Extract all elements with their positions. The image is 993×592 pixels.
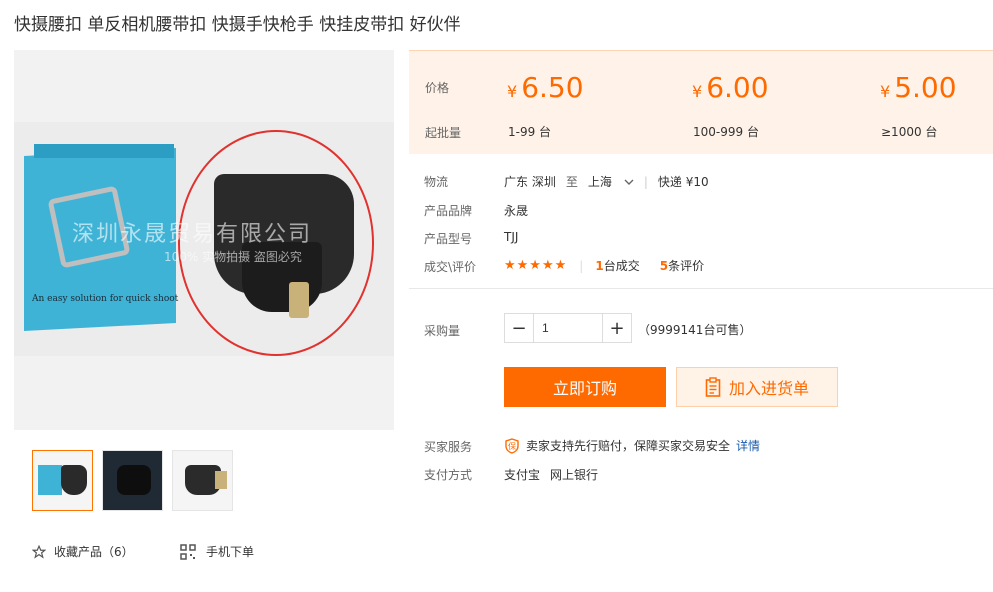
deals-text: 台成交	[603, 259, 640, 273]
watermark-company: 深圳永晟贸易有限公司	[72, 222, 313, 247]
moq-tier-1: 1-99 台	[508, 125, 552, 139]
express-fee: 快递 ¥10	[657, 175, 709, 189]
main-product-image[interactable]: An easy solution for quick shoot 深圳永晟贸易有…	[14, 50, 394, 430]
chevron-down-icon	[624, 179, 634, 185]
thumbnail-2[interactable]	[102, 450, 163, 511]
divider: |	[579, 258, 584, 273]
model-label: 产品型号	[424, 232, 473, 246]
price-label: 价格	[425, 81, 450, 95]
model-value: TJJ	[504, 230, 519, 244]
mobile-order-button[interactable]: 手机下单	[180, 543, 254, 560]
deals-label: 成交\评价	[424, 260, 477, 274]
price-tier-2: ¥6.00	[692, 71, 769, 104]
thumbnail-strip	[32, 450, 233, 511]
currency-symbol: ¥	[692, 82, 703, 101]
price-tier-3: ¥5.00	[880, 71, 957, 104]
quantity-stepper: − +	[504, 313, 632, 343]
reviews-count: 5	[659, 259, 669, 273]
star-outline-icon	[32, 544, 46, 559]
payment-bank: 网上银行	[550, 468, 599, 482]
moq-tier-2: 100-999 台	[693, 125, 759, 139]
divider: |	[643, 174, 648, 189]
shield-guarantee-icon: 保	[505, 437, 519, 454]
watermark-notice: 100% 实物拍摄 盗图必究	[164, 250, 302, 264]
payment-label: 支付方式	[424, 468, 473, 482]
thumb-screw	[215, 471, 227, 489]
add-to-cart-button[interactable]: 加入进货单	[676, 367, 838, 407]
mobile-order-label: 手机下单	[206, 545, 255, 559]
service-details-link[interactable]: 详情	[736, 437, 760, 454]
stock-available: （9999141台可售）	[638, 323, 752, 337]
add-to-cart-label: 加入进货单	[728, 379, 809, 398]
rating-stars: ★★★★★	[504, 258, 568, 273]
deals-row: ★★★★★ | 1台成交 5条评价	[504, 257, 704, 274]
to-word: 至	[565, 175, 578, 189]
decrement-button[interactable]: −	[505, 314, 533, 342]
thumbnail-3[interactable]	[172, 450, 233, 511]
service-text: 卖家支持先行赔付，保障买家交易安全	[526, 439, 731, 453]
svg-text:保: 保	[508, 441, 516, 451]
box-caption: An easy solution for quick shoot	[32, 294, 179, 304]
increment-button[interactable]: +	[603, 314, 631, 342]
payment-row: 支付宝 网上银行	[504, 466, 598, 483]
reviews-text: 条评价	[668, 259, 705, 273]
currency-symbol: ¥	[880, 82, 891, 101]
section-divider	[409, 288, 993, 289]
thumb-camera	[117, 465, 151, 495]
product-title: 快摄腰扣 单反相机腰带扣 快摄手快枪手 快挂皮带扣 好伙伴	[14, 15, 461, 35]
deals-count: 1	[595, 259, 604, 273]
clipboard-icon	[705, 377, 721, 397]
ship-from: 广东 深圳	[504, 175, 556, 189]
quantity-input[interactable]	[533, 314, 603, 342]
payment-alipay: 支付宝	[504, 468, 541, 482]
currency-symbol: ¥	[507, 82, 518, 101]
price-tier-1: ¥6.50	[507, 71, 584, 104]
thumbnail-1[interactable]	[32, 450, 93, 511]
qty-label: 采购量	[424, 324, 461, 338]
product-box-top	[34, 144, 174, 158]
price-value: 6.00	[706, 71, 769, 104]
service-label: 买家服务	[424, 440, 473, 454]
service-row: 保 卖家支持先行赔付，保障买家交易安全 详情	[504, 437, 760, 454]
logistics-label: 物流	[424, 175, 449, 189]
reviews-link[interactable]: 5条评价	[660, 257, 704, 274]
favorite-button[interactable]: 收藏产品（6）	[32, 543, 134, 560]
price-value: 5.00	[894, 71, 957, 104]
moq-label: 起批量	[425, 126, 462, 140]
qr-code-icon	[180, 543, 196, 560]
favorite-label: 收藏产品（6）	[54, 545, 134, 559]
buy-now-button[interactable]: 立即订购	[504, 367, 666, 407]
thumb-clip	[61, 465, 87, 495]
price-panel: 价格 起批量 ¥6.50 ¥6.00 ¥5.00 1-99 台 100-999 …	[409, 50, 993, 154]
logistics-row: 广东 深圳 至 上海 | 快递 ¥10	[504, 173, 709, 190]
thumb-box	[38, 465, 62, 495]
moq-tier-3: ≥1000 台	[881, 125, 938, 139]
ship-to-select[interactable]: 上海	[588, 173, 634, 190]
brand-value: 永晟	[504, 204, 529, 218]
deals-link[interactable]: 1台成交	[595, 257, 639, 274]
price-value: 6.50	[521, 71, 584, 104]
brand-label: 产品品牌	[424, 204, 473, 218]
ship-to-value: 上海	[587, 175, 612, 189]
product-photo: An easy solution for quick shoot 深圳永晟贸易有…	[14, 122, 394, 356]
